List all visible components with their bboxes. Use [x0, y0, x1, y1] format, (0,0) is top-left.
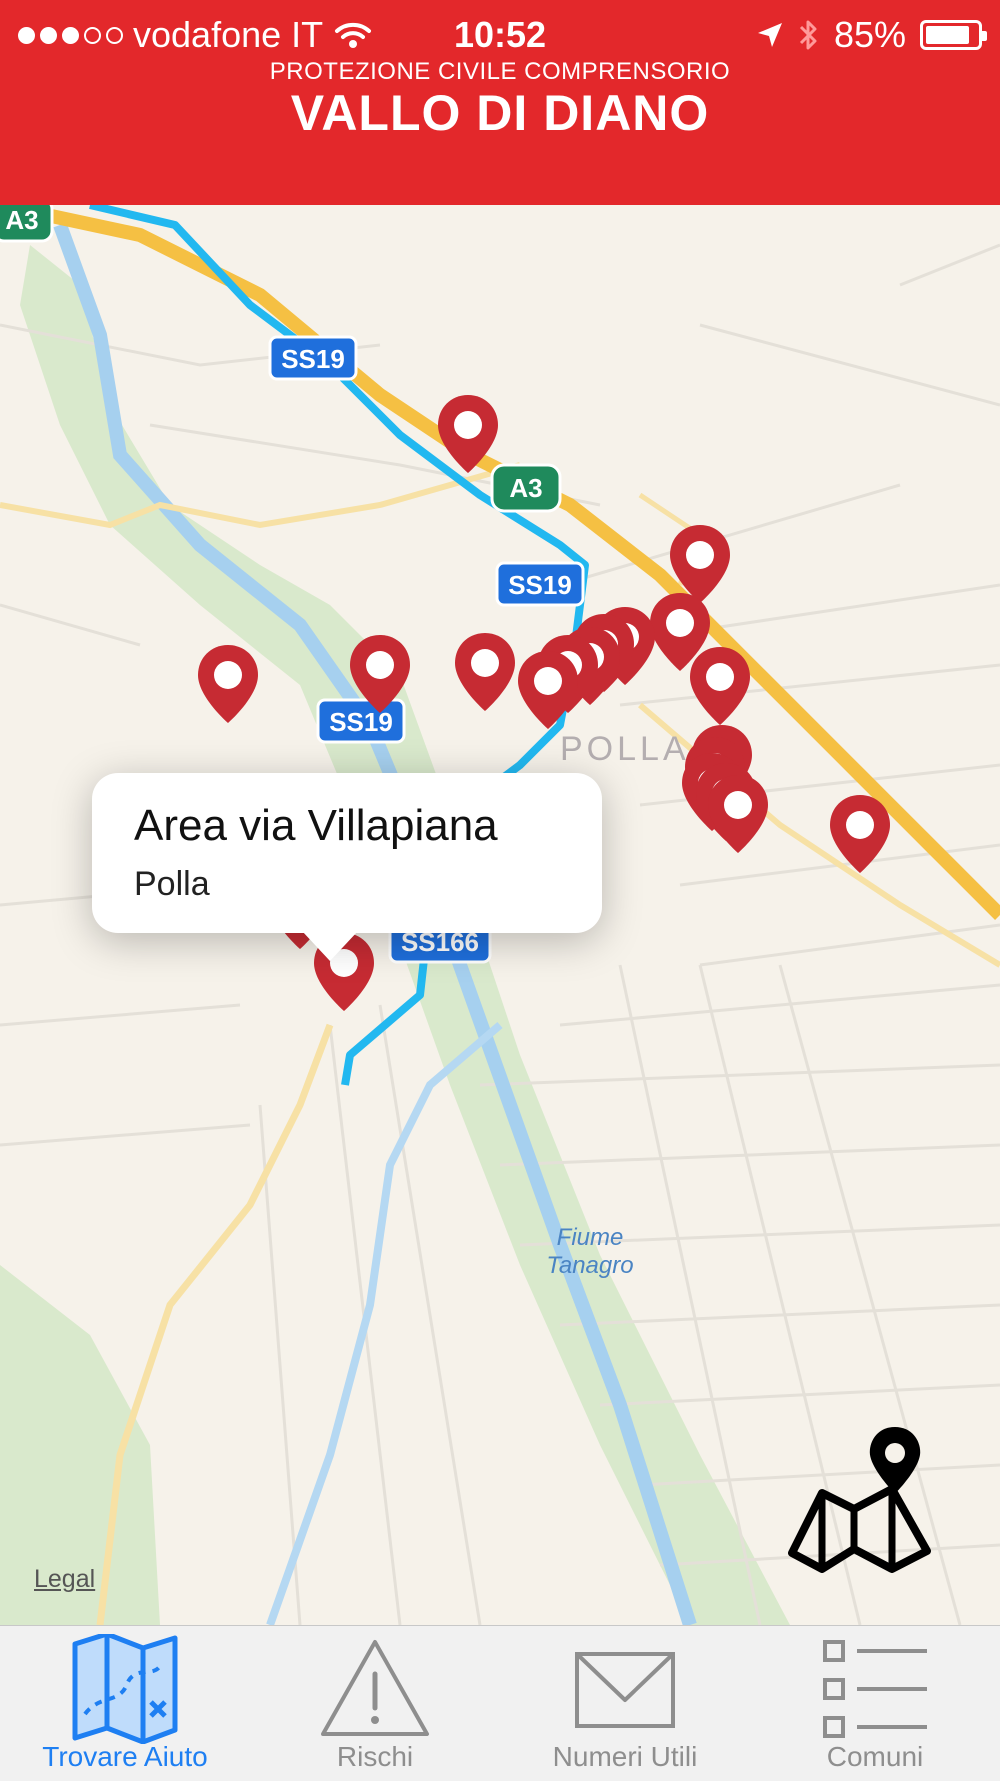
tab-numeri-utili[interactable]: Numeri Utili: [500, 1626, 750, 1781]
status-bar: vodafone IT 10:52 85%: [0, 0, 1000, 64]
battery-percent: 85%: [833, 14, 906, 55]
envelope-icon: [575, 1652, 675, 1728]
callout-title: Area via Villapiana: [134, 801, 498, 850]
location-arrow-icon: [757, 23, 782, 47]
river-label-line2: Tanagro: [546, 1252, 633, 1279]
svg-text:A3: A3: [509, 473, 542, 503]
map-pin-icon[interactable]: [708, 775, 768, 853]
map-pin-icon[interactable]: [690, 647, 750, 725]
tab-label-trovare-aiuto: Trovare Aiuto: [42, 1741, 208, 1772]
map-directions-button[interactable]: [782, 1423, 942, 1573]
bluetooth-icon: [799, 20, 817, 50]
road-shield-ss19-1: SS19: [268, 335, 358, 381]
warning-icon: [321, 1640, 429, 1736]
svg-text:SS19: SS19: [329, 707, 393, 737]
app-header: vodafone IT 10:52 85% PROTEZIONE CIVILE …: [0, 0, 1000, 205]
svg-text:A3: A3: [5, 205, 38, 235]
road-shield-ss19-3: SS19: [316, 698, 406, 744]
tab-label-comuni: Comuni: [826, 1741, 924, 1772]
map-icon: [72, 1634, 178, 1744]
tab-bar: Trovare Aiuto Rischi Numeri Utili Comuni: [0, 1625, 1000, 1781]
map-pin-icon[interactable]: [455, 633, 515, 711]
callout-subtitle: Polla: [134, 865, 210, 903]
status-right: 85%: [756, 14, 987, 56]
tab-trovare-aiuto[interactable]: Trovare Aiuto: [0, 1626, 250, 1781]
battery-icon: [920, 20, 987, 50]
folded-map-pin-icon: [788, 1427, 931, 1573]
map-view[interactable]: A3 SS19 A3 SS19 SS19 SS166 POLLA Fiume T…: [0, 205, 1000, 1625]
tab-rischi[interactable]: Rischi: [250, 1626, 500, 1781]
road-shield-a3-2: A3: [490, 463, 562, 513]
header-title: VALLO DI DIANO: [290, 85, 710, 141]
list-icon: [823, 1640, 927, 1738]
town-label: POLLA: [560, 730, 690, 768]
map-callout[interactable]: Area via Villapiana Polla: [92, 773, 602, 961]
road-shield-ss19-2: SS19: [495, 561, 585, 607]
tab-comuni[interactable]: Comuni: [750, 1626, 1000, 1781]
svg-text:SS19: SS19: [508, 570, 572, 600]
legal-link[interactable]: Legal: [34, 1565, 95, 1594]
map-pin-icon[interactable]: [518, 651, 578, 729]
river-label-line1: Fiume: [557, 1224, 624, 1251]
header-subtitle: PROTEZIONE CIVILE COMPRENSORIO: [269, 58, 731, 85]
svg-text:SS19: SS19: [281, 344, 345, 374]
road-shield-a3-1: A3: [0, 205, 54, 243]
map-pin-icon[interactable]: [198, 645, 258, 723]
tab-label-rischi: Rischi: [336, 1741, 414, 1772]
tab-label-numeri-utili: Numeri Utili: [552, 1741, 698, 1772]
